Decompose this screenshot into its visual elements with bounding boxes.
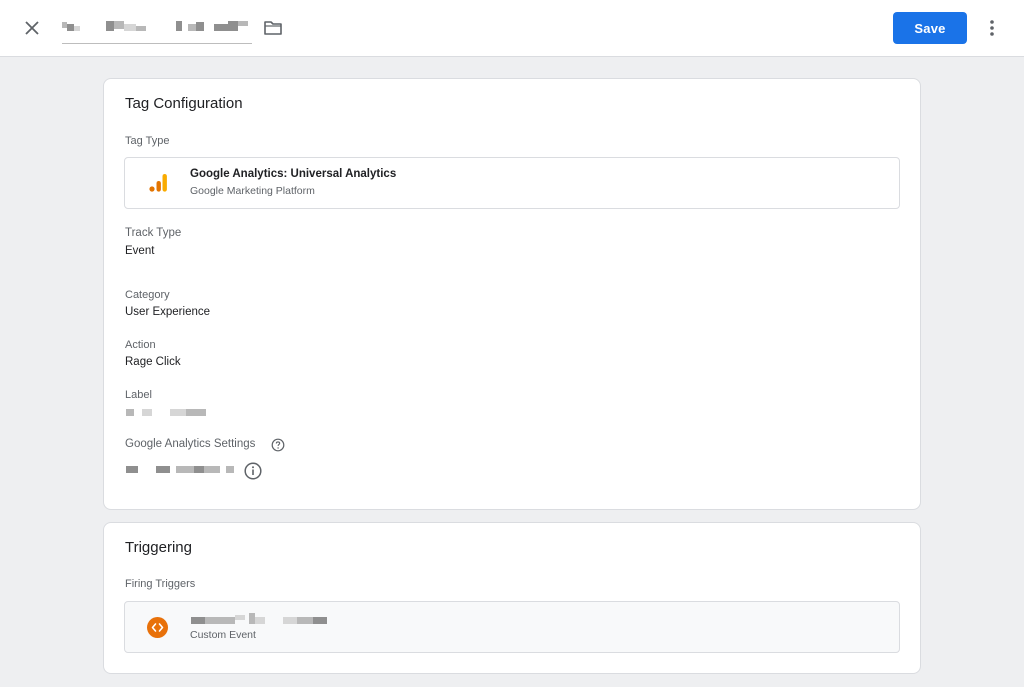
label-label: Label [125, 389, 152, 401]
more-vert-icon[interactable] [983, 17, 1001, 39]
trigger-type: Custom Event [190, 629, 256, 641]
help-icon[interactable] [271, 438, 285, 452]
save-button[interactable]: Save [893, 12, 967, 44]
category-value: User Experience [125, 306, 211, 318]
info-icon[interactable] [244, 462, 262, 480]
tag-type-selector[interactable]: Google Analytics: Universal Analytics Go… [124, 157, 900, 209]
close-icon[interactable] [21, 17, 43, 39]
tag-configuration-card[interactable]: Tag Configuration Tag Type Google Analyt… [103, 78, 921, 510]
tag-type-provider: Google Marketing Platform [190, 185, 315, 197]
track-type-label: Track Type [125, 227, 182, 239]
top-bar: Save [0, 0, 1024, 57]
track-type-value: Event [125, 245, 155, 257]
firing-trigger-item[interactable]: Custom Event [124, 601, 900, 653]
triggering-title: Triggering [125, 539, 192, 556]
tag-configuration-title: Tag Configuration [125, 95, 243, 112]
google-analytics-icon [148, 172, 168, 194]
action-value: Rage Click [125, 356, 181, 368]
tag-type-label: Tag Type [125, 135, 170, 147]
folder-icon[interactable] [263, 19, 283, 37]
action-label: Action [125, 339, 156, 351]
custom-event-icon [147, 617, 168, 638]
category-label: Category [125, 289, 170, 301]
triggering-card[interactable]: Triggering Firing Triggers Custom Event [103, 522, 921, 674]
tag-type-name: Google Analytics: Universal Analytics [190, 168, 397, 180]
tag-name-field[interactable] [62, 14, 252, 44]
firing-triggers-label: Firing Triggers [125, 578, 196, 590]
ga-settings-label: Google Analytics Settings [125, 438, 256, 450]
